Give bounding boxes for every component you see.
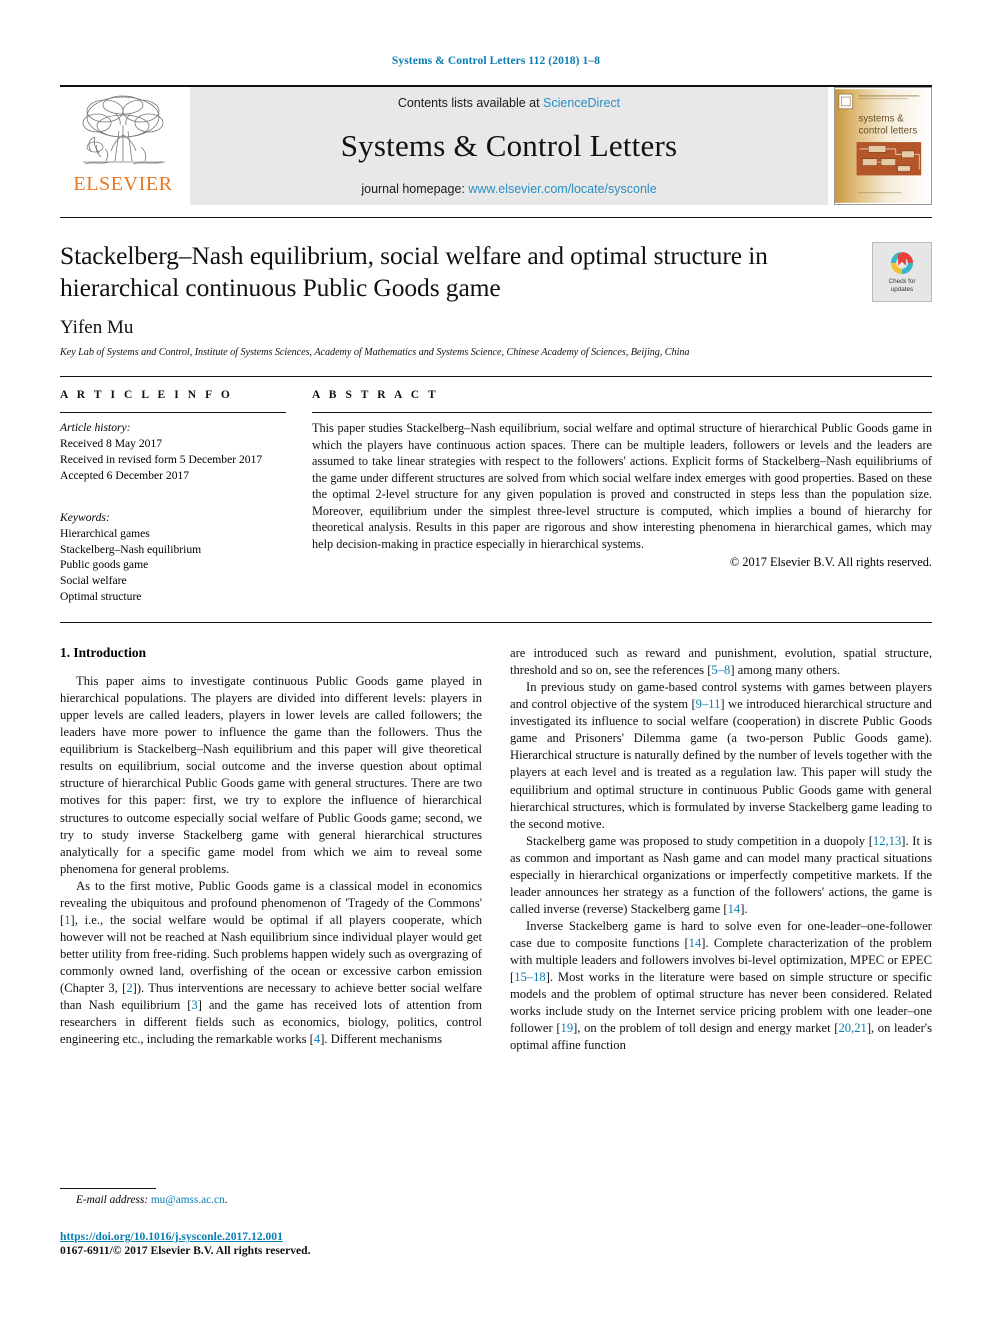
history-item: Accepted 6 December 2017 xyxy=(60,468,190,482)
body-divider xyxy=(60,622,932,623)
footnote-rule xyxy=(60,1188,156,1189)
article-history-label: Article history: xyxy=(60,421,131,435)
paragraph: are introduced such as reward and punish… xyxy=(510,646,932,678)
author-name: Yifen Mu xyxy=(60,317,134,339)
section-heading-introduction: 1. Introduction xyxy=(60,645,147,660)
paragraph: As to the first motive, Public Goods gam… xyxy=(60,878,483,1047)
crossmark-badge[interactable]: Check for updates xyxy=(872,242,932,302)
article-info-heading: A R T I C L E I N F O xyxy=(60,389,233,402)
info-abstract-row: A R T I C L E I N F O Article history: R… xyxy=(60,377,932,605)
title-column: Stackelberg–Nash equilibrium, social wel… xyxy=(60,240,872,358)
svg-text:control letters: control letters xyxy=(859,125,918,136)
paragraph: Stackelberg game was proposed to study c… xyxy=(510,833,932,916)
body-column-right: are introduced such as reward and punish… xyxy=(510,645,932,1055)
page-title: Stackelberg–Nash equilibrium, social wel… xyxy=(60,241,768,303)
paragraph: Inverse Stackelberg game is hard to solv… xyxy=(510,919,932,1053)
issn-copyright: 0167-6911/© 2017 Elsevier B.V. All right… xyxy=(60,1244,311,1257)
crossmark-icon xyxy=(890,252,914,275)
keyword-item: Stackelberg–Nash equilibrium xyxy=(60,542,202,556)
keywords-label: Keywords: xyxy=(60,510,110,524)
elsevier-tree-icon xyxy=(82,95,165,165)
elsevier-logo: ELSEVIER xyxy=(60,87,186,205)
abstract-text: This paper studies Stackelberg–Nash equi… xyxy=(312,421,932,551)
paper-page: Systems & Control Letters 112 (2018) 1–8 xyxy=(0,0,992,1323)
journal-title: Systems & Control Letters xyxy=(340,128,678,163)
abstract-rule xyxy=(312,412,932,414)
crossmark-line2: updates xyxy=(890,286,914,293)
running-head: Systems & Control Letters 112 (2018) 1–8 xyxy=(391,55,601,67)
article-info-rule xyxy=(60,412,286,414)
author-affiliation: Key Lab of Systems and Control, Institut… xyxy=(60,347,690,359)
keyword-item: Optimal structure xyxy=(60,590,142,604)
keywords-group: Keywords: Hierarchical games Stackelberg… xyxy=(60,510,286,605)
history-item: Received in revised form 5 December 2017 xyxy=(60,453,263,466)
paragraph: This paper aims to investigate continuou… xyxy=(60,674,482,876)
email-footnote: E-mail address: mu@amss.ac.cn. xyxy=(60,1194,494,1206)
elsevier-wordmark: ELSEVIER xyxy=(73,173,173,195)
journal-homepage-line: journal homepage: www.elsevier.com/locat… xyxy=(361,182,656,196)
journal-cover-art: systems & control letters xyxy=(835,89,931,203)
journal-cover-thumbnail: systems & control letters xyxy=(834,87,932,205)
journal-masthead: ELSEVIER Contents lists available at Sci… xyxy=(60,85,932,205)
body-column-left: 1. Introduction This paper aims to inves… xyxy=(60,645,482,1055)
abstract-copyright: © 2017 Elsevier B.V. All rights reserved… xyxy=(729,554,932,569)
keyword-item: Public goods game xyxy=(60,558,149,572)
paragraph: In previous study on game-based control … xyxy=(510,680,932,831)
abstract-heading: A B S T R A C T xyxy=(312,389,439,402)
contents-available-line: Contents lists available at ScienceDirec… xyxy=(398,96,620,110)
history-item: Received 8 May 2017 xyxy=(60,437,163,451)
body-columns: 1. Introduction This paper aims to inves… xyxy=(60,645,932,1055)
crossmark-line1: Check for xyxy=(888,278,916,286)
article-history-group: Article history: Received 8 May 2017 Rec… xyxy=(60,420,286,484)
email-address-label: E-mail address: xyxy=(76,1194,149,1206)
title-block: Stackelberg–Nash equilibrium, social wel… xyxy=(60,218,932,358)
homepage-prefix: journal homepage: xyxy=(361,182,469,196)
masthead-center: Contents lists available at ScienceDirec… xyxy=(190,87,828,205)
page-footer: E-mail address: mu@amss.ac.cn. https://d… xyxy=(60,1188,494,1257)
svg-text:systems &: systems & xyxy=(859,114,905,125)
author-email-link[interactable]: mu@amss.ac.cn xyxy=(151,1194,225,1206)
sciencedirect-link[interactable]: ScienceDirect xyxy=(543,96,620,110)
doi-link[interactable]: https://doi.org/10.1016/j.sysconle.2017.… xyxy=(60,1230,494,1243)
keyword-item: Social welfare xyxy=(60,574,127,588)
email-suffix: . xyxy=(224,1194,228,1206)
keyword-item: Hierarchical games xyxy=(60,526,150,540)
article-info-column: A R T I C L E I N F O Article history: R… xyxy=(60,389,312,605)
contents-prefix: Contents lists available at xyxy=(397,96,544,110)
journal-homepage-link[interactable]: www.elsevier.com/locate/sysconle xyxy=(468,182,656,196)
abstract-column: A B S T R A C T This paper studies Stack… xyxy=(312,389,932,605)
crossmark-label: Check for updates xyxy=(889,278,916,294)
